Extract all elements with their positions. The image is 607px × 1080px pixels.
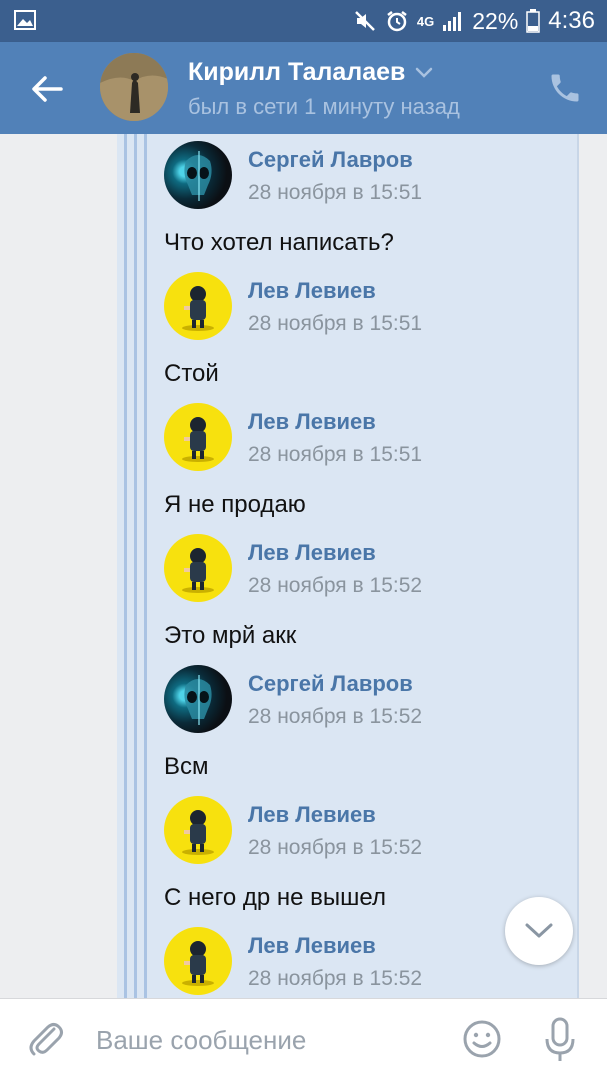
- microphone-icon[interactable]: [542, 1017, 578, 1063]
- message-date: 28 ноября в 15:52: [248, 574, 423, 597]
- message-date: 28 ноября в 15:51: [248, 181, 423, 204]
- chat-header: Кирилл Талалаев был в сети 1 минуту наза…: [0, 42, 607, 134]
- yellow-avatar-image: [182, 417, 214, 462]
- clock: 4:36: [548, 7, 595, 34]
- forward-line: [124, 134, 127, 998]
- message-author[interactable]: Лев Левиев: [248, 278, 376, 304]
- contact-name-group[interactable]: Кирилл Талалаев: [188, 58, 433, 87]
- message-text: Что хотел написать?: [164, 229, 394, 256]
- alarm-icon: [387, 11, 407, 32]
- skull-avatar-image: [184, 151, 212, 201]
- message-date: 28 ноября в 15:52: [248, 967, 423, 990]
- message-author[interactable]: Лев Левиев: [248, 933, 376, 959]
- message-author[interactable]: Лев Левиев: [248, 409, 376, 435]
- back-button[interactable]: [24, 66, 70, 112]
- battery-percent: 22%: [472, 7, 519, 34]
- battery-icon: [526, 9, 541, 33]
- skull-avatar[interactable]: [164, 141, 232, 209]
- message-text: Стой: [164, 360, 219, 387]
- yellow-avatar[interactable]: [164, 796, 232, 864]
- yellow-avatar-image: [182, 548, 214, 593]
- skull-avatar[interactable]: [164, 665, 232, 733]
- mute-icon: [355, 11, 375, 31]
- message-author[interactable]: Сергей Лавров: [248, 147, 413, 173]
- message-author[interactable]: Лев Левиев: [248, 802, 376, 828]
- message-author[interactable]: Лев Левиев: [248, 540, 376, 566]
- yellow-avatar[interactable]: [164, 272, 232, 340]
- gallery-notification-icon: [14, 10, 36, 30]
- skull-avatar-image: [184, 675, 212, 725]
- network-type: 4G: [416, 13, 435, 29]
- message-text: С него др не вышел: [164, 884, 386, 911]
- message-date: 28 ноября в 15:51: [248, 312, 423, 335]
- message-composer: [0, 998, 607, 1080]
- message-feed[interactable]: Сергей Лавров 28 ноября в 15:51 Что хоте…: [0, 134, 607, 998]
- message-input[interactable]: [96, 1019, 436, 1061]
- chevron-down-icon: [525, 923, 553, 938]
- chevron-down-icon: [416, 67, 433, 78]
- smile-icon[interactable]: [462, 1019, 502, 1059]
- yellow-avatar-image: [182, 941, 214, 986]
- yellow-avatar[interactable]: [164, 403, 232, 471]
- contact-avatar[interactable]: [100, 53, 168, 121]
- forward-line: [144, 134, 147, 998]
- contact-avatar-image: [100, 53, 168, 121]
- message-date: 28 ноября в 15:52: [248, 836, 423, 859]
- paperclip-icon[interactable]: [26, 1019, 66, 1059]
- status-bar: 4G 22% 4:36: [0, 0, 607, 42]
- phone-icon[interactable]: [547, 70, 583, 106]
- yellow-avatar[interactable]: [164, 927, 232, 995]
- yellow-avatar-image: [182, 286, 214, 331]
- message-text: Это мрй акк: [164, 622, 297, 649]
- yellow-avatar[interactable]: [164, 534, 232, 602]
- contact-name: Кирилл Талалаев: [188, 58, 406, 86]
- arrow-left-icon: [32, 76, 63, 102]
- forward-line: [134, 134, 137, 998]
- message-text: Всм: [164, 753, 209, 780]
- signal-icon: [443, 12, 462, 31]
- scroll-down-button[interactable]: [505, 897, 573, 965]
- message-text: Я не продаю: [164, 491, 306, 518]
- contact-status: был в сети 1 минуту назад: [188, 94, 460, 119]
- yellow-avatar-image: [182, 810, 214, 855]
- message-date: 28 ноября в 15:52: [248, 705, 423, 728]
- message-date: 28 ноября в 15:51: [248, 443, 423, 466]
- message-author[interactable]: Сергей Лавров: [248, 671, 413, 697]
